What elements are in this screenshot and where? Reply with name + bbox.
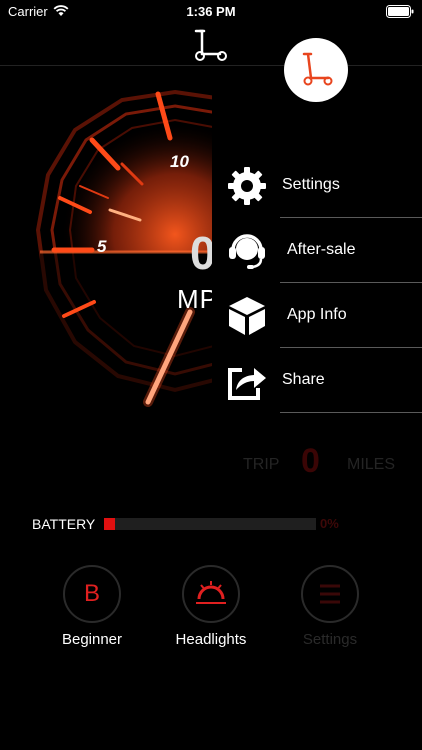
- status-bar: Carrier 1:36 PM: [0, 0, 422, 22]
- gear-icon: [228, 167, 266, 205]
- status-time: 1:36 PM: [186, 4, 236, 19]
- menu-item-label: App Info: [287, 306, 347, 323]
- settings-list-icon: [320, 584, 340, 604]
- scooter-avatar-icon: [302, 52, 333, 86]
- gauge-mark-5: 5: [97, 237, 107, 256]
- battery-status-icon: [386, 5, 414, 18]
- menu-item-settings[interactable]: Settings: [212, 153, 422, 218]
- battery-percent: 0%: [320, 516, 339, 531]
- trip-value: 0: [301, 442, 320, 480]
- headlights-circle[interactable]: [182, 565, 240, 623]
- menu-item-label: Settings: [282, 176, 340, 193]
- beginner-icon: B: [83, 580, 100, 607]
- beginner-label: Beginner: [61, 631, 123, 648]
- menu-divider: [280, 412, 422, 413]
- menu-item-app-info[interactable]: App Info: [212, 283, 422, 348]
- trip-label: TRIP: [243, 456, 280, 473]
- beginner-mode-button[interactable]: B Beginner: [42, 565, 142, 648]
- menu-item-label: After-sale: [287, 241, 356, 258]
- scooter-logo-icon: [194, 29, 227, 61]
- trip-readout: TRIP 0 MILES: [243, 440, 413, 484]
- menu-avatar[interactable]: [284, 38, 348, 102]
- headlights-button[interactable]: Headlights: [161, 565, 261, 648]
- battery-bar: [104, 518, 316, 530]
- headlights-label: Headlights: [175, 631, 247, 648]
- cube-icon: [229, 297, 265, 335]
- headset-icon: [229, 234, 265, 269]
- headlights-icon: [196, 581, 226, 604]
- menu-item-after-sale[interactable]: After-sale: [212, 218, 422, 283]
- battery-fill: [104, 518, 115, 530]
- app-header: [0, 22, 422, 66]
- trip-unit: MILES: [347, 456, 396, 473]
- settings-control-label: Settings: [302, 631, 358, 648]
- settings-control-button[interactable]: Settings: [280, 565, 380, 648]
- share-icon: [228, 368, 266, 400]
- beginner-mode-circle[interactable]: B: [63, 565, 121, 623]
- battery-row: BATTERY 0%: [32, 514, 392, 532]
- battery-label: BATTERY: [32, 516, 96, 532]
- gauge-mark-10: 10: [170, 152, 189, 171]
- settings-control-circle[interactable]: [301, 565, 359, 623]
- menu-item-label: Share: [282, 371, 325, 388]
- menu-item-share[interactable]: Share: [212, 348, 422, 413]
